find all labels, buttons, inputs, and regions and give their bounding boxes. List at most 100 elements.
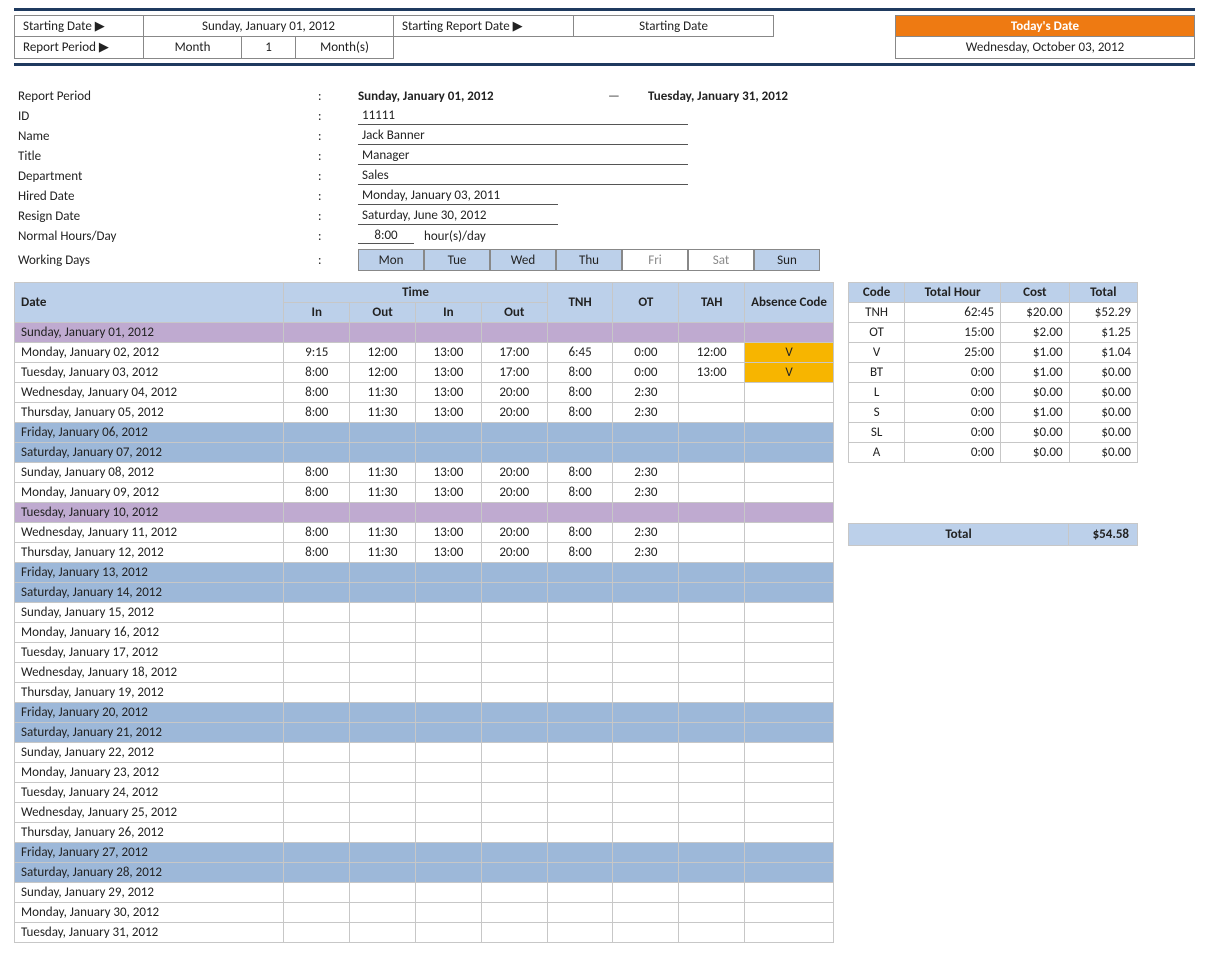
date-cell[interactable]: Sunday, January 29, 2012 [15,883,284,903]
date-cell[interactable]: Friday, January 06, 2012 [15,423,284,443]
date-cell[interactable]: Wednesday, January 18, 2012 [15,663,284,683]
timesheet-row: Thursday, January 05, 20128:0011:3013:00… [15,403,834,423]
timesheet-row: Wednesday, January 11, 20128:0011:3013:0… [15,523,834,543]
info-block: Report Period : Sunday, January 01, 2012… [14,80,1195,282]
summary-cost: $1.00 [1001,363,1069,383]
summary-total: $0.00 [1069,423,1137,443]
col-tah: TAH [679,283,745,323]
working-day-mon[interactable]: Mon [358,249,424,271]
summary-hour: 15:00 [905,323,1001,343]
timesheet-row: Sunday, January 29, 2012 [15,883,834,903]
date-cell[interactable]: Sunday, January 15, 2012 [15,603,284,623]
summary-hour: 25:00 [905,343,1001,363]
date-cell[interactable]: Friday, January 20, 2012 [15,703,284,723]
summary-row: TNH62:45$20.00$52.29 [849,303,1138,323]
date-cell[interactable]: Thursday, January 26, 2012 [15,823,284,843]
timesheet-row: Friday, January 20, 2012 [15,703,834,723]
date-cell[interactable]: Sunday, January 01, 2012 [15,323,284,343]
date-cell[interactable]: Monday, January 23, 2012 [15,763,284,783]
starting-date-value[interactable]: Sunday, January 01, 2012 [144,15,394,37]
resign-label: Resign Date [18,209,318,224]
title-label: Title [18,149,318,164]
timesheet-row: Monday, January 09, 20128:0011:3013:0020… [15,483,834,503]
dept-value[interactable]: Sales [358,168,688,185]
timesheet-row: Wednesday, January 04, 20128:0011:3013:0… [15,383,834,403]
date-cell[interactable]: Tuesday, January 03, 2012 [15,363,284,383]
timesheet-row: Tuesday, January 03, 20128:0012:0013:001… [15,363,834,383]
summary-cost: $1.00 [1001,343,1069,363]
summary-cost: $2.00 [1001,323,1069,343]
date-cell[interactable]: Sunday, January 08, 2012 [15,463,284,483]
date-cell[interactable]: Thursday, January 12, 2012 [15,543,284,563]
working-day-sat[interactable]: Sat [688,249,754,271]
report-period-start: Sunday, January 01, 2012 [358,89,608,104]
report-period-unit-left[interactable]: Month [144,37,242,59]
date-cell[interactable]: Wednesday, January 11, 2012 [15,523,284,543]
timesheet-row: Sunday, January 08, 20128:0011:3013:0020… [15,463,834,483]
date-cell[interactable]: Friday, January 27, 2012 [15,843,284,863]
summary-total: $52.29 [1069,303,1137,323]
sum-col-code: Code [849,283,905,303]
summary-row: A0:00$0.00$0.00 [849,443,1138,463]
starting-report-date-value[interactable]: Starting Date [574,15,774,37]
working-day-sun[interactable]: Sun [754,249,820,271]
grand-total: Total $54.58 [848,523,1138,546]
date-cell[interactable]: Wednesday, January 04, 2012 [15,383,284,403]
date-cell[interactable]: Monday, January 16, 2012 [15,623,284,643]
date-cell[interactable]: Saturday, January 21, 2012 [15,723,284,743]
todays-date-value: Wednesday, October 03, 2012 [895,37,1195,59]
title-value[interactable]: Manager [358,148,688,165]
timesheet-row: Tuesday, January 10, 2012 [15,503,834,523]
col-absence: Absence Code [745,283,834,323]
name-label: Name [18,129,318,144]
report-period-label: Report Period ▶ [14,37,144,59]
date-cell[interactable]: Monday, January 09, 2012 [15,483,284,503]
summary-code: OT [849,323,905,343]
summary-total: $0.00 [1069,363,1137,383]
timesheet-table: Date Time TNH OT TAH Absence Code In Out… [14,282,834,943]
working-day-tue[interactable]: Tue [424,249,490,271]
normal-hours-label: Normal Hours/Day [18,229,318,244]
report-period-count[interactable]: 1 [242,37,296,59]
timesheet-row: Friday, January 27, 2012 [15,843,834,863]
timesheet-row: Friday, January 13, 2012 [15,563,834,583]
date-cell[interactable]: Saturday, January 07, 2012 [15,443,284,463]
sum-col-hour: Total Hour [905,283,1001,303]
summary-code: S [849,403,905,423]
hired-value[interactable]: Monday, January 03, 2011 [358,188,558,205]
summary-cost: $1.00 [1001,403,1069,423]
working-day-thu[interactable]: Thu [556,249,622,271]
grand-total-label: Total [849,524,1069,546]
resign-value[interactable]: Saturday, June 30, 2012 [358,208,558,225]
working-day-fri[interactable]: Fri [622,249,688,271]
date-cell[interactable]: Thursday, January 05, 2012 [15,403,284,423]
date-cell[interactable]: Tuesday, January 24, 2012 [15,783,284,803]
date-cell[interactable]: Tuesday, January 31, 2012 [15,923,284,943]
date-cell[interactable]: Wednesday, January 25, 2012 [15,803,284,823]
timesheet-row: Saturday, January 28, 2012 [15,863,834,883]
timesheet-row: Monday, January 16, 2012 [15,623,834,643]
header-row-1: Starting Date ▶ Sunday, January 01, 2012… [14,15,1195,37]
date-cell[interactable]: Monday, January 02, 2012 [15,343,284,363]
summary-code: TNH [849,303,905,323]
id-value[interactable]: 11111 [358,108,688,125]
date-cell[interactable]: Sunday, January 22, 2012 [15,743,284,763]
col-out-1: Out [350,303,416,323]
date-cell[interactable]: Monday, January 30, 2012 [15,903,284,923]
col-tnh: TNH [547,283,613,323]
normal-hours-value[interactable]: 8:00 [358,228,414,244]
timesheet-row: Saturday, January 14, 2012 [15,583,834,603]
date-cell[interactable]: Saturday, January 28, 2012 [15,863,284,883]
name-value[interactable]: Jack Banner [358,128,688,145]
date-cell[interactable]: Friday, January 13, 2012 [15,563,284,583]
col-in-2: In [415,303,481,323]
date-cell[interactable]: Saturday, January 14, 2012 [15,583,284,603]
date-cell[interactable]: Tuesday, January 17, 2012 [15,643,284,663]
col-in-1: In [284,303,350,323]
working-day-wed[interactable]: Wed [490,249,556,271]
working-days-label: Working Days [18,253,318,268]
timesheet-row: Tuesday, January 17, 2012 [15,643,834,663]
date-cell[interactable]: Thursday, January 19, 2012 [15,683,284,703]
report-period-dash: — [608,89,648,104]
date-cell[interactable]: Tuesday, January 10, 2012 [15,503,284,523]
